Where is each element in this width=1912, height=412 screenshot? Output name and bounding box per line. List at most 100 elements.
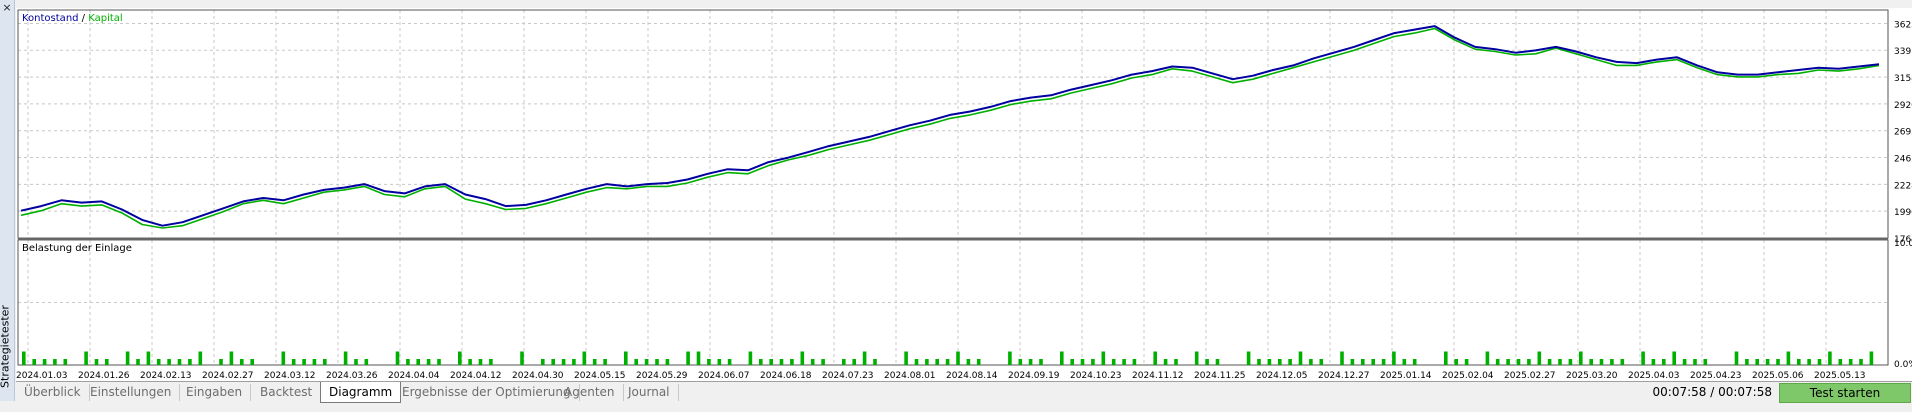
deposit-load-bar	[717, 359, 722, 365]
deposit-load-bar	[603, 359, 607, 365]
x-tick-label: 2024.08.14	[946, 371, 998, 381]
timer-elapsed: 00:07:58	[1652, 385, 1707, 399]
y-tick-label: 1996	[1894, 208, 1912, 218]
deposit-load-bar	[1340, 351, 1344, 365]
deposit-load-bar	[1703, 359, 1708, 365]
deposit-load-bar	[1080, 359, 1085, 365]
close-icon[interactable]: ×	[1, 2, 13, 14]
deposit-load-bar	[935, 359, 939, 365]
legend-balance: Kontostand	[22, 13, 79, 24]
tab-inputs[interactable]: Eingaben	[178, 384, 252, 401]
deposit-load-bar	[1288, 359, 1292, 365]
deposit-load-bar	[105, 359, 109, 365]
deposit-load-bar	[32, 359, 36, 365]
deposit-load-bar	[406, 359, 410, 365]
deposit-load-bar	[1828, 351, 1832, 365]
deposit-load-bar	[1039, 359, 1043, 365]
tab-backtest[interactable]: Backtest	[252, 384, 322, 401]
tab-optimization-results[interactable]: Ergebnisse der Optimierung	[394, 384, 580, 401]
deposit-load-bar	[1869, 351, 1874, 365]
deposit-load-bar	[1662, 359, 1666, 365]
deposit-load-bar	[240, 359, 244, 365]
deposit-load-bar	[1558, 359, 1562, 365]
x-tick-label: 2024.05.29	[636, 371, 688, 381]
legend-equity: Kapital	[88, 13, 122, 24]
legend-separator: /	[79, 13, 89, 24]
deposit-load-bar	[458, 351, 462, 365]
x-tick-label: 2024.01.03	[16, 371, 68, 381]
x-tick-label: 2025.04.23	[1690, 371, 1742, 381]
test-timer: 00:07:58 / 00:07:58	[1653, 384, 1772, 401]
y-tick-label: 2693	[1894, 128, 1912, 138]
deposit-load-bar	[63, 359, 68, 365]
deposit-load-bar	[655, 359, 659, 365]
deposit-load-bar	[634, 359, 638, 365]
deposit-load-bar	[1495, 359, 1500, 365]
deposit-load-bar	[1350, 359, 1355, 365]
deposit-load-bar	[904, 351, 908, 365]
tab-journal[interactable]: Journal	[620, 384, 679, 401]
deposit-load-bar	[842, 359, 846, 365]
tab-agents[interactable]: Agenten	[556, 384, 624, 401]
deposit-load-bar	[1101, 351, 1106, 365]
timer-total: 00:07:58	[1718, 385, 1772, 399]
deposit-load-bar	[1464, 359, 1469, 365]
tab-overview[interactable]: Überblick	[16, 384, 90, 401]
x-tick-label: 2024.10.23	[1070, 371, 1122, 381]
legend: Kontostand / Kapital	[22, 13, 123, 24]
x-tick-label: 2024.02.13	[140, 371, 192, 381]
deposit-load-bar	[94, 359, 99, 365]
deposit-load-bar	[966, 359, 971, 365]
deposit-load-bar	[1412, 359, 1417, 365]
y-tick-label: 3391	[1894, 47, 1912, 57]
deposit-load-bar	[707, 359, 711, 365]
deposit-load-bar	[800, 351, 805, 365]
start-test-button[interactable]: Test starten	[1779, 383, 1911, 403]
deposit-load-bar	[1734, 351, 1739, 365]
deposit-load-bar	[22, 351, 26, 365]
deposit-load-bar	[1516, 359, 1521, 365]
deposit-load-bar	[1620, 359, 1625, 365]
y-tick-label: 2926	[1894, 101, 1912, 111]
deposit-load-bar	[1454, 359, 1458, 365]
deposit-load-bar	[1091, 359, 1095, 365]
deposit-load-bar	[1599, 359, 1604, 365]
deposit-load-bar	[1278, 359, 1282, 365]
deposit-load-bar	[1641, 351, 1645, 365]
x-tick-label: 2024.12.27	[1318, 371, 1370, 381]
deposit-load-bar	[281, 351, 286, 365]
deposit-load-bar	[1817, 359, 1822, 365]
deposit-load-bar	[696, 351, 701, 365]
deposit-load-bar	[769, 359, 773, 365]
strategy-tester-sidebar: × Strategietester	[0, 0, 15, 401]
tab-settings[interactable]: Einstellungen	[82, 384, 181, 401]
deposit-load-bar	[302, 359, 306, 365]
deposit-load-bar	[1163, 359, 1168, 365]
x-tick-label: 2025.03.20	[1566, 371, 1618, 381]
y-tick-label: 2228	[1894, 181, 1912, 191]
deposit-load-bar	[177, 359, 182, 365]
deposit-load-bar	[862, 351, 867, 365]
deposit-load-bar	[1537, 351, 1542, 365]
deposit-load-bar	[1246, 351, 1251, 365]
deposit-load-bar	[1028, 359, 1033, 365]
deposit-load-bar	[1111, 359, 1116, 365]
deposit-load-bar	[1610, 359, 1614, 365]
deposit-load-bar	[914, 359, 919, 365]
deposit-load-bar	[520, 351, 524, 365]
deposit-load-bar	[1786, 351, 1791, 365]
tab-chart[interactable]: Diagramm	[320, 382, 402, 403]
deposit-load-bar	[1745, 359, 1749, 365]
deposit-load-bar	[1589, 359, 1593, 365]
deposit-load-bar	[561, 359, 566, 365]
x-tick-label: 2025.01.14	[1380, 371, 1432, 381]
x-tick-label: 2024.03.12	[264, 371, 316, 381]
deposit-load-bar	[790, 359, 794, 365]
deposit-load-bar	[1174, 359, 1178, 365]
x-tick-label: 2025.02.04	[1442, 371, 1494, 381]
deposit-load-bar	[156, 359, 161, 365]
deposit-load-bar	[478, 359, 483, 365]
deposit-load-bar	[1579, 351, 1583, 365]
x-tick-label: 2024.11.25	[1194, 371, 1246, 381]
deposit-load-bar	[1672, 351, 1676, 365]
